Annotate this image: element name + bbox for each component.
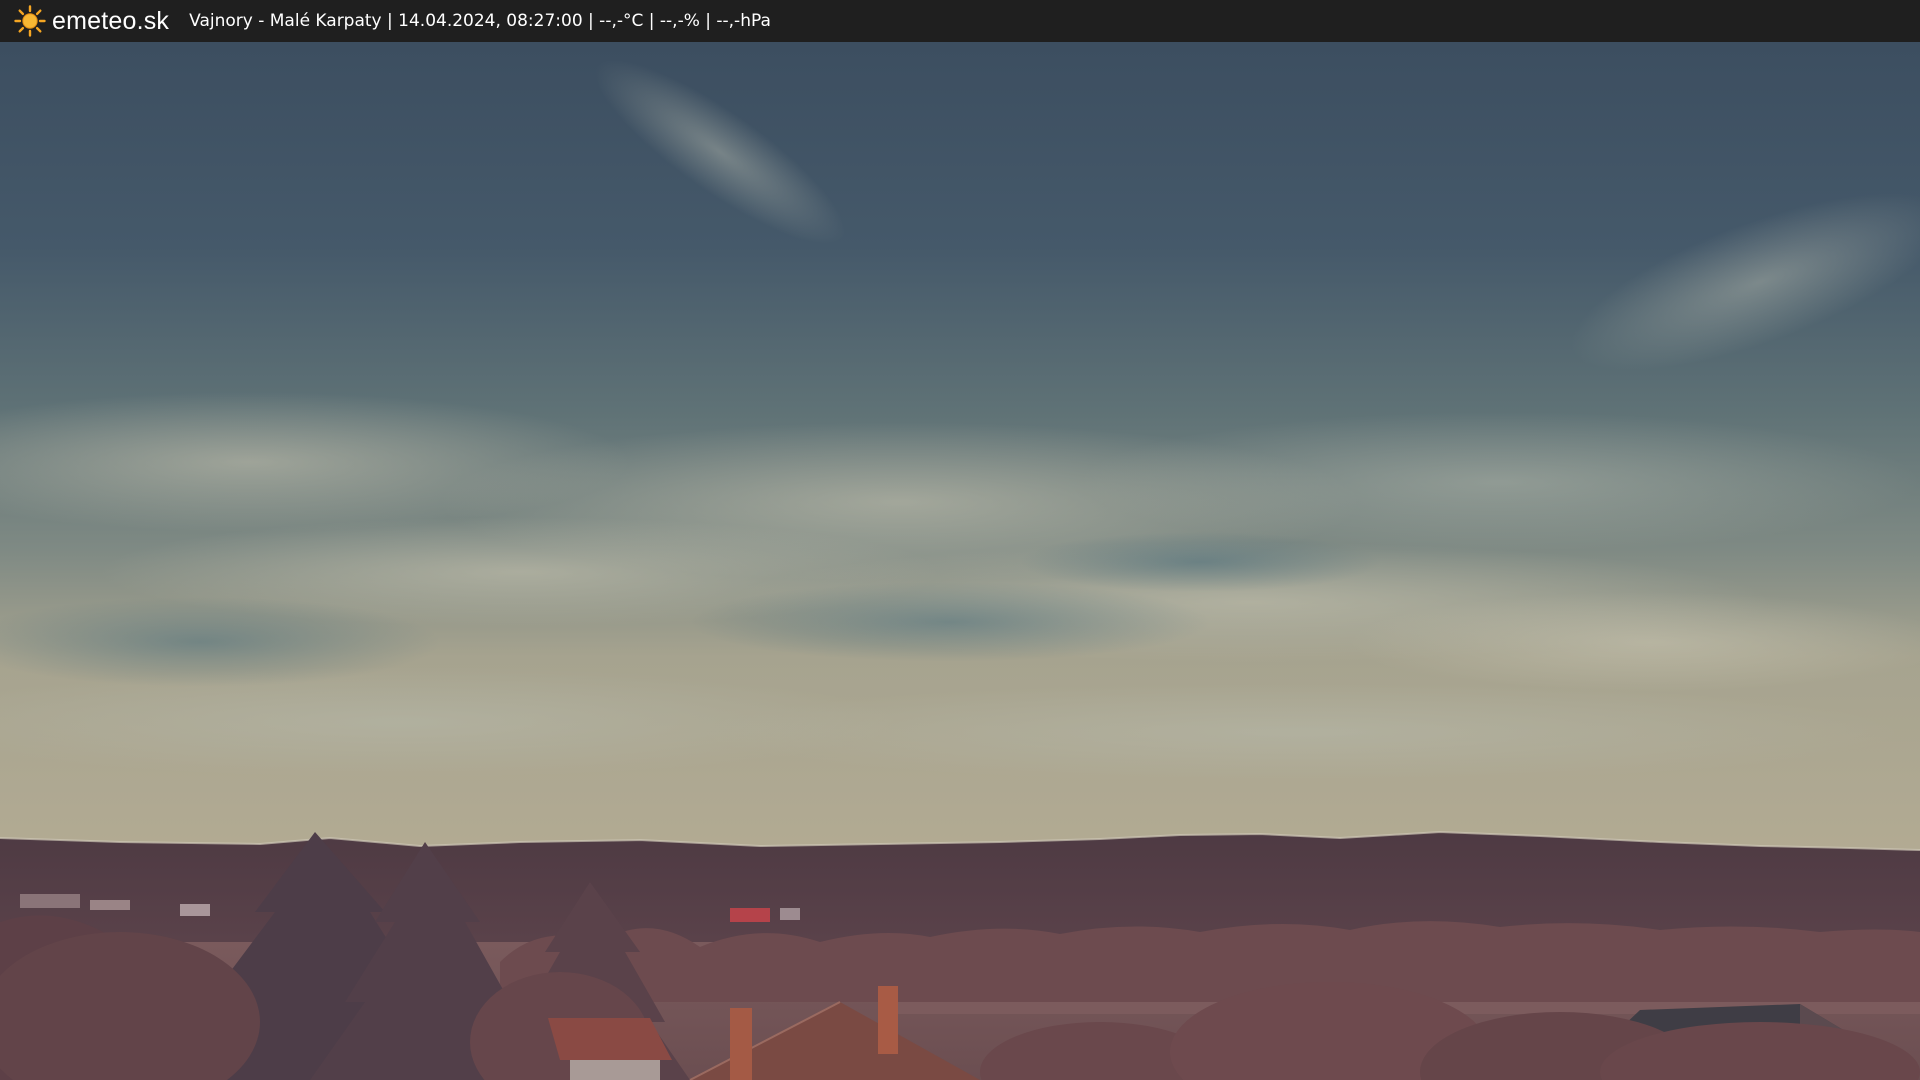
- top-bar: emeteo.sk Vajnory - Malé Karpaty | 14.04…: [0, 0, 1920, 42]
- brand-logo[interactable]: emeteo.sk: [14, 0, 169, 42]
- brand-name: emeteo.sk: [52, 6, 170, 35]
- sun-icon: [14, 5, 46, 37]
- webcam-view: emeteo.sk Vajnory - Malé Karpaty | 14.04…: [0, 0, 1920, 1080]
- station-status-line: Vajnory - Malé Karpaty | 14.04.2024, 08:…: [189, 11, 771, 31]
- webcam-image: [0, 42, 1920, 1080]
